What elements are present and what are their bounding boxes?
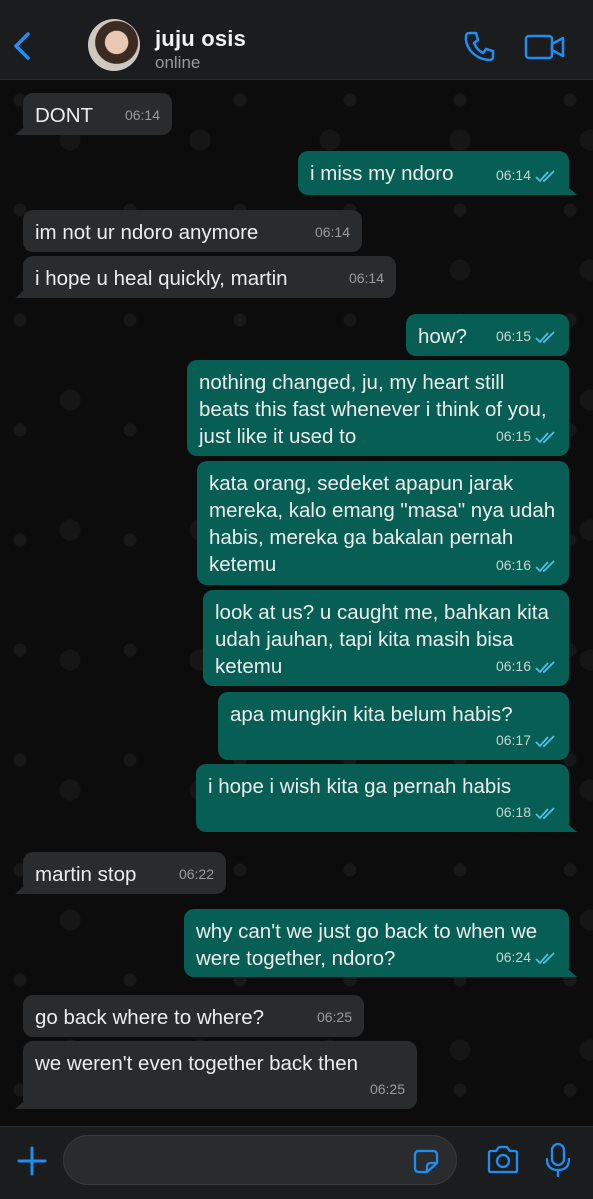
message-text: how? bbox=[418, 325, 468, 348]
message-time: 06:22 bbox=[178, 866, 214, 882]
message-time: 06:25 bbox=[369, 1081, 405, 1097]
double-check-icon bbox=[535, 559, 555, 572]
contact-name[interactable]: juju osis bbox=[155, 26, 246, 52]
message-bubble[interactable]: look at us? u caught me, bahkan kita uda… bbox=[203, 590, 569, 686]
message-time: 06:15 bbox=[495, 428, 531, 444]
message-text: i miss my ndoro bbox=[310, 162, 454, 185]
message-time: 06:16 bbox=[495, 557, 531, 573]
video-camera-icon bbox=[524, 34, 565, 60]
message-bubble[interactable]: DONT 06:14 bbox=[23, 93, 172, 135]
camera-button[interactable] bbox=[485, 1143, 521, 1177]
microphone-icon bbox=[545, 1142, 571, 1178]
message-text: go back where to where? bbox=[35, 1006, 265, 1029]
double-check-icon bbox=[535, 734, 555, 747]
message-text: why can't we just go back to when we wer… bbox=[196, 920, 538, 970]
message-meta: 06:18 bbox=[496, 799, 557, 826]
double-check-icon bbox=[535, 169, 555, 182]
message-time: 06:14 bbox=[495, 167, 531, 183]
double-check-icon bbox=[535, 806, 555, 819]
video-call-button[interactable] bbox=[524, 32, 566, 62]
message-meta: 06:16 bbox=[496, 653, 557, 680]
message-bubble[interactable]: i miss my ndoro 06:14 bbox=[298, 151, 569, 195]
camera-icon bbox=[487, 1145, 519, 1174]
message-bubble[interactable]: i hope u heal quickly, martin 06:14 bbox=[23, 256, 396, 298]
message-bubble[interactable]: nothing changed, ju, my heart still beat… bbox=[187, 360, 569, 456]
message-time: 06:24 bbox=[495, 949, 531, 965]
message-bubble[interactable]: we weren't even together back then 06:25 bbox=[23, 1041, 417, 1109]
message-time: 06:14 bbox=[314, 224, 350, 240]
message-time: 06:14 bbox=[348, 270, 384, 286]
phone-icon bbox=[464, 31, 495, 62]
chevron-left-icon bbox=[14, 32, 30, 60]
chat-area[interactable]: DONT 06:14 i miss my ndoro 06:14 im not … bbox=[0, 80, 593, 1126]
message-bubble[interactable]: i hope i wish kita ga pernah habis 06:18 bbox=[196, 764, 569, 832]
message-bubble[interactable]: go back where to where? 06:25 bbox=[23, 995, 364, 1037]
double-check-icon bbox=[535, 330, 555, 343]
contact-avatar[interactable] bbox=[88, 19, 140, 71]
message-meta: 06:15 bbox=[496, 323, 557, 350]
message-bubble[interactable]: why can't we just go back to when we wer… bbox=[184, 909, 569, 977]
message-time: 06:14 bbox=[124, 107, 160, 123]
message-input[interactable] bbox=[63, 1135, 457, 1185]
message-text: im not ur ndoro anymore bbox=[35, 221, 259, 244]
message-time: 06:15 bbox=[495, 328, 531, 344]
message-meta: 06:14 bbox=[496, 162, 557, 189]
message-text: i hope i wish kita ga pernah habis bbox=[208, 775, 512, 798]
message-bubble[interactable]: how? 06:15 bbox=[406, 314, 569, 356]
sticker-icon bbox=[413, 1149, 439, 1174]
message-text: apa mungkin kita belum habis? bbox=[230, 703, 513, 726]
message-meta: 06:16 bbox=[496, 552, 557, 579]
message-time: 06:16 bbox=[495, 658, 531, 674]
contact-status: online bbox=[155, 53, 201, 72]
double-check-icon bbox=[535, 660, 555, 673]
message-text: DONT bbox=[35, 104, 94, 127]
voice-call-button[interactable] bbox=[462, 28, 496, 64]
message-time: 06:25 bbox=[316, 1009, 352, 1025]
message-bubble[interactable]: martin stop 06:22 bbox=[23, 852, 226, 894]
message-text: i hope u heal quickly, martin bbox=[35, 267, 288, 290]
plus-icon bbox=[17, 1146, 47, 1176]
composer-bar bbox=[0, 1126, 593, 1199]
message-meta: 06:15 bbox=[496, 423, 557, 450]
message-meta: 06:17 bbox=[496, 727, 557, 754]
sticker-button[interactable] bbox=[412, 1148, 440, 1174]
attach-button[interactable] bbox=[16, 1145, 48, 1177]
double-check-icon bbox=[535, 951, 555, 964]
double-check-icon bbox=[535, 430, 555, 443]
message-bubble[interactable]: im not ur ndoro anymore 06:14 bbox=[23, 210, 362, 252]
message-text: martin stop bbox=[35, 863, 137, 886]
message-text: nothing changed, ju, my heart still beat… bbox=[199, 371, 547, 448]
message-time: 06:18 bbox=[495, 804, 531, 820]
message-bubble[interactable]: kata orang, sedeket apapun jarak mereka,… bbox=[197, 461, 569, 585]
message-bubble[interactable]: apa mungkin kita belum habis? 06:17 bbox=[218, 692, 569, 760]
message-time: 06:17 bbox=[495, 732, 531, 748]
message-text: we weren't even together back then bbox=[35, 1052, 359, 1075]
voice-message-button[interactable] bbox=[544, 1141, 572, 1179]
chat-header: juju osis online bbox=[0, 0, 593, 80]
message-meta: 06:24 bbox=[496, 944, 557, 971]
back-button[interactable] bbox=[8, 26, 38, 66]
